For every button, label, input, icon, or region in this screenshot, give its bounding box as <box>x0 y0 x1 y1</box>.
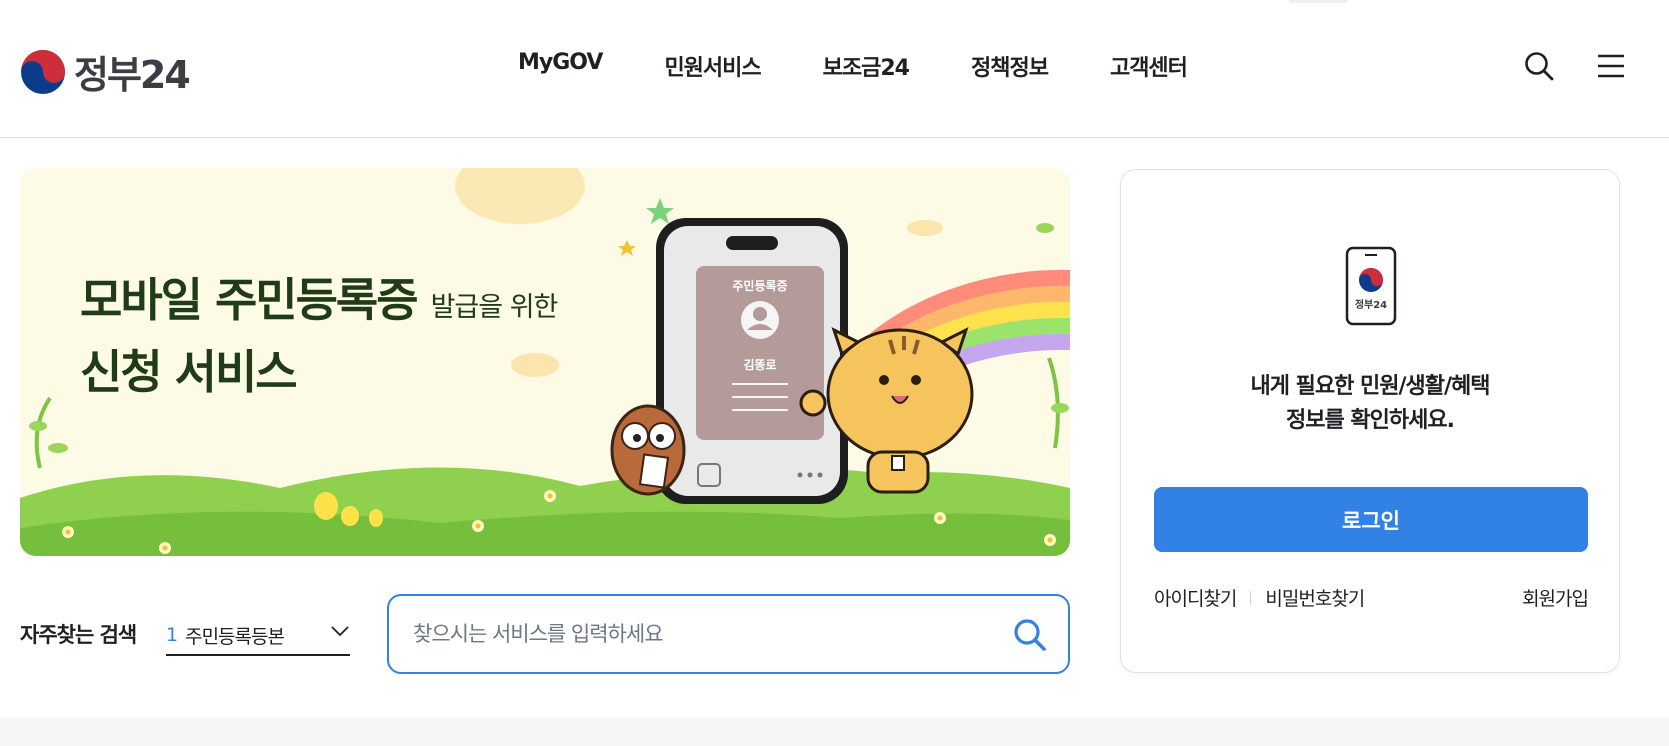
login-panel: 정부24 내게 필요한 민원/생활/혜택 정보를 확인하세요. 로그인 아이디찾… <box>1120 169 1620 673</box>
main-nav: MyGOV 민원서비스 보조금24 정책정보 고객센터 <box>518 50 1188 82</box>
search-input[interactable] <box>413 614 993 654</box>
search-icon <box>1014 619 1046 651</box>
signup-link[interactable]: 회원가입 <box>1522 584 1589 611</box>
chevron-down-icon <box>331 626 349 637</box>
nav-item-policy-info[interactable]: 정책정보 <box>971 50 1049 82</box>
device-label: 정부24 <box>1355 298 1387 311</box>
logo-text: 정부24 <box>74 53 191 97</box>
login-message-line1: 내게 필요한 민원/생활/혜택 <box>1250 374 1490 399</box>
banner-title-line2: 신청 서비스 <box>80 345 298 399</box>
banner-title-line1: 모바일 주민등록증 <box>80 273 419 327</box>
banner-title: 모바일 주민등록증 발급을 위한 신청 서비스 <box>80 268 559 404</box>
search-icon <box>1525 52 1554 81</box>
frequent-search-select[interactable]: 1 주민등록등본 <box>166 616 350 656</box>
search-box <box>387 594 1070 674</box>
frequent-search-rank: 1 <box>166 624 178 646</box>
site-header: 정부24 MyGOV 민원서비스 보조금24 정책정보 고객센터 <box>0 0 1669 138</box>
top-tab-marker <box>1289 0 1347 3</box>
link-divider <box>1250 590 1252 605</box>
find-id-link[interactable]: 아이디찾기 <box>1154 584 1237 611</box>
taegeuk-emblem-icon <box>21 49 65 94</box>
mobile-device-icon: 정부24 <box>1345 246 1397 326</box>
nav-item-subsidy24[interactable]: 보조금24 <box>823 50 910 82</box>
nav-item-customer-center[interactable]: 고객센터 <box>1110 50 1188 82</box>
nav-item-civil-service[interactable]: 민원서비스 <box>664 50 761 82</box>
find-password-link[interactable]: 비밀번호찾기 <box>1265 584 1365 611</box>
login-message: 내게 필요한 민원/생활/혜택 정보를 확인하세요. <box>1121 370 1619 438</box>
header-utilities <box>1523 50 1627 82</box>
promo-banner[interactable]: 주민등록증 김똥로 모바일 주민등록증 발급을 위한 신청 서비스 <box>20 168 1070 556</box>
header-search-button[interactable] <box>1523 50 1555 82</box>
menu-button[interactable] <box>1595 50 1627 82</box>
bottom-section-background <box>0 718 1669 746</box>
nav-item-mygov[interactable]: MyGOV <box>518 50 603 82</box>
card-name: 김똥로 <box>743 357 776 372</box>
frequent-search-term: 주민등록등본 <box>185 625 285 648</box>
login-button[interactable]: 로그인 <box>1154 487 1588 552</box>
gov24-logo[interactable]: 정부24 <box>20 44 191 99</box>
banner-title-line1-small: 발급을 위한 <box>430 292 559 323</box>
login-links: 아이디찾기 비밀번호찾기 회원가입 <box>1154 584 1589 611</box>
frequent-search-label: 자주찾는 검색 <box>20 623 137 647</box>
login-message-line2: 정보를 확인하세요. <box>1286 408 1455 433</box>
card-title: 주민등록증 <box>732 278 787 293</box>
hamburger-menu-icon <box>1598 54 1624 78</box>
search-submit-button[interactable] <box>1012 618 1048 654</box>
